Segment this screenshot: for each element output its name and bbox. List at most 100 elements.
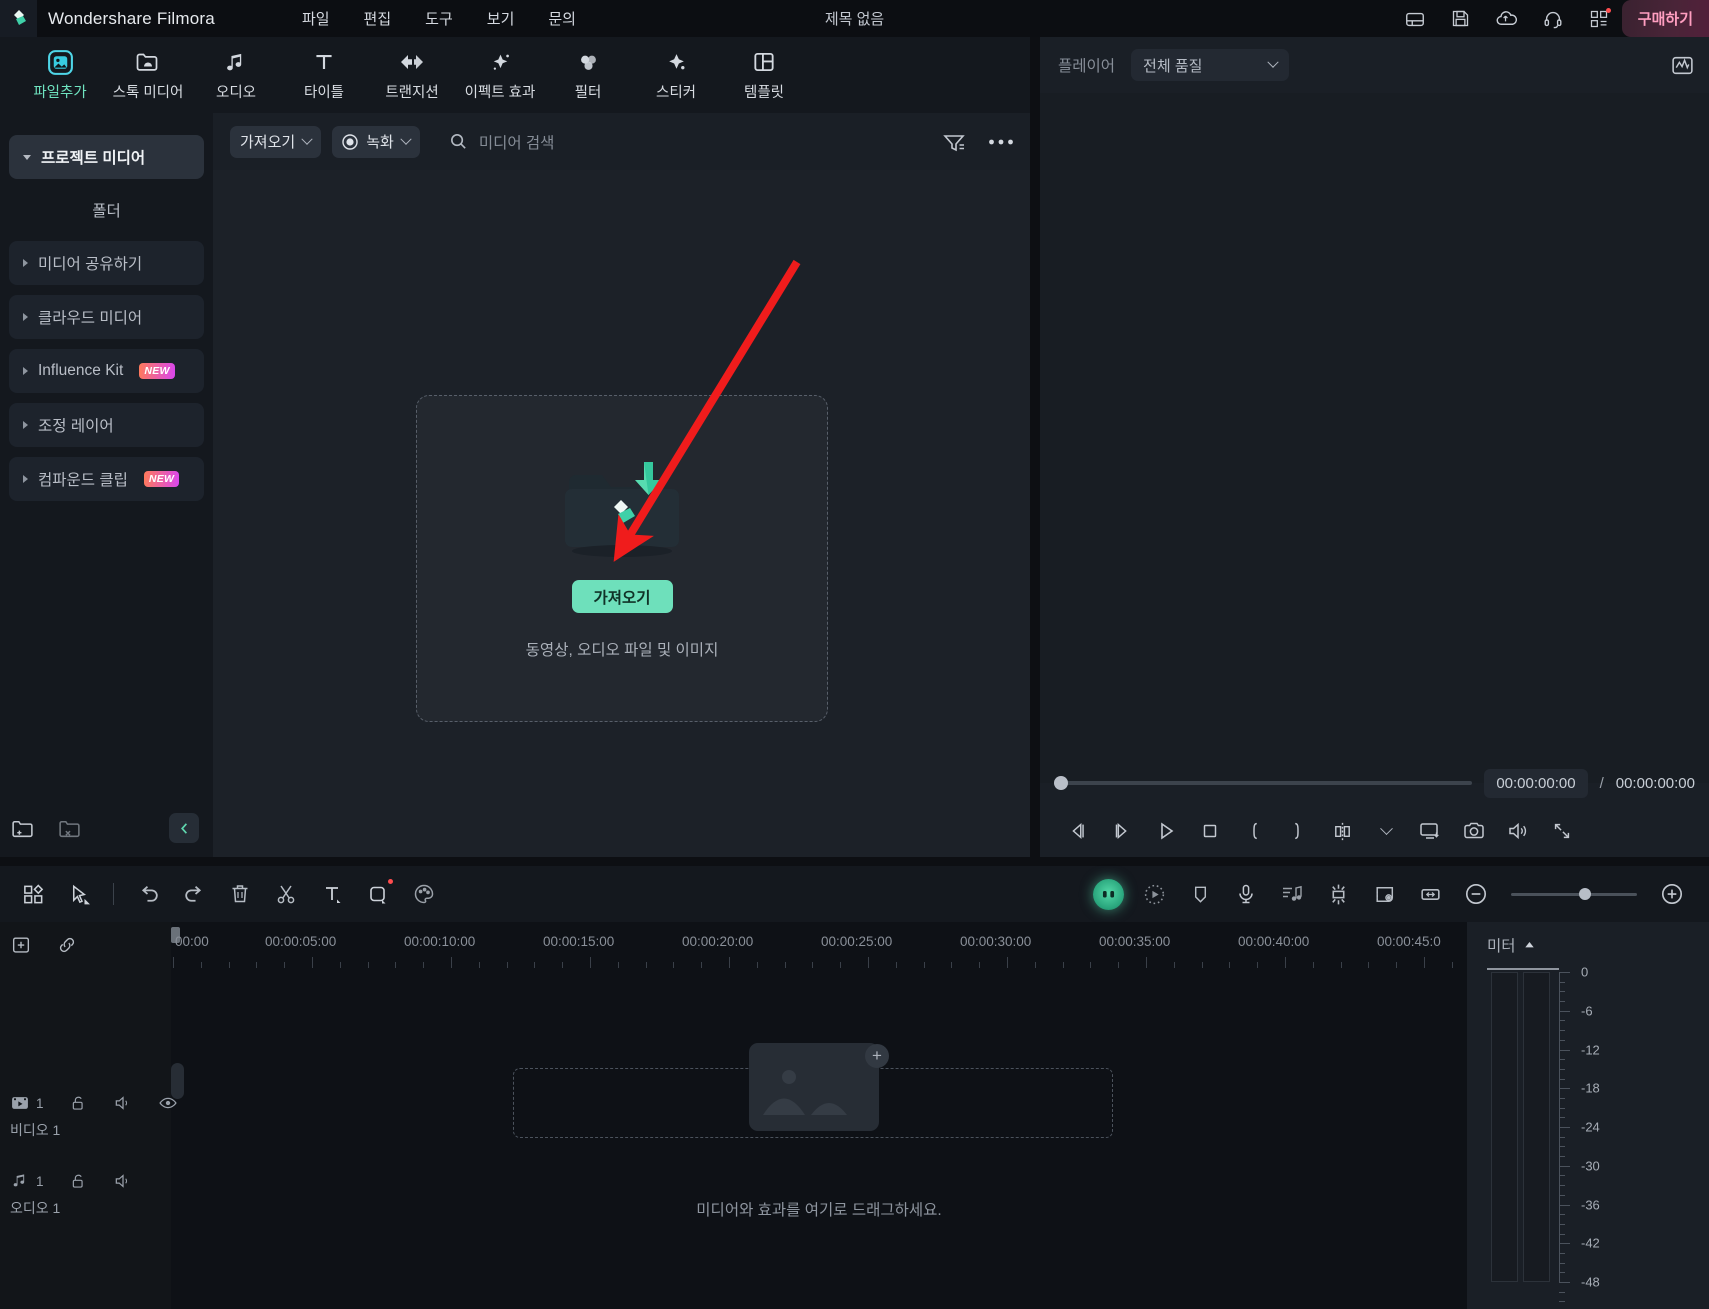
meter-scale-minor-tick [1559,1107,1565,1109]
ribbon-audio[interactable]: 오디오 [192,40,280,110]
sidebar-item-project-media[interactable]: 프로젝트 미디어 [9,135,204,179]
previous-frame-icon[interactable] [1056,809,1100,853]
voiceover-mic-icon[interactable] [1223,871,1269,917]
marker-icon[interactable] [1177,871,1223,917]
track-resize-handle[interactable] [171,1063,184,1099]
layout-icon[interactable] [1392,0,1438,37]
menu-file[interactable]: 파일 [302,8,330,29]
import-dropzone[interactable]: 가져오기 동영상, 오디오 파일 및 이미지 [416,395,828,722]
import-dropdown[interactable]: 가져오기 [230,125,322,158]
add-text-icon[interactable] [309,871,355,917]
track-name: 오디오 1 [10,1200,61,1216]
redo-icon[interactable] [171,871,217,917]
sidebar-item-influence-kit[interactable]: Influence Kit NEW [9,349,204,393]
timeline-zoom-slider[interactable] [1511,888,1637,900]
audio-beat-icon[interactable] [1269,871,1315,917]
fullscreen-icon[interactable] [1540,809,1584,853]
fit-timeline-icon[interactable] [1407,871,1453,917]
effects-sparkle-icon [487,48,514,76]
menu-view[interactable]: 보기 [487,8,515,29]
volume-icon[interactable] [1496,809,1540,853]
zoom-out-icon[interactable] [1453,871,1499,917]
ribbon-label: 스톡 미디어 [112,85,184,101]
mark-out-icon[interactable] [1276,809,1320,853]
collapse-sidebar-icon[interactable] [169,813,199,843]
zoom-in-icon[interactable] [1649,871,1695,917]
cloud-upload-icon[interactable] [1484,0,1530,37]
ribbon-filters[interactable]: 필터 [544,40,632,110]
player-controls: 00:00:00:00 / 00:00:00:00 [1040,761,1709,857]
ribbon-transitions[interactable]: 트랜지션 [368,40,456,110]
ribbon-templates[interactable]: 템플릿 [720,40,808,110]
keyframe-flash-icon[interactable] [1315,871,1361,917]
mute-icon[interactable] [113,1093,133,1113]
ribbon-effects[interactable]: 이펙트 효과 [456,40,544,110]
search-icon [449,132,468,151]
track-number: 1 [36,1173,44,1189]
menu-tools[interactable]: 도구 [425,8,453,29]
track-header-video-1[interactable]: 1 비디오 1 [0,1090,177,1140]
seek-slider[interactable] [1054,776,1473,790]
sidebar-item-adjustment-layer[interactable]: 조정 레이어 [9,403,204,447]
split-dropdown-icon[interactable] [1364,809,1408,853]
layout-grid-icon[interactable] [10,871,56,917]
ribbon-stickers[interactable]: 스티커 [632,40,720,110]
pop-out-player-icon[interactable] [1408,809,1452,853]
collapse-up-icon[interactable] [1524,941,1535,949]
search-input[interactable]: 미디어 검색 [479,131,555,153]
more-options-icon[interactable] [988,138,1014,146]
next-frame-icon[interactable] [1100,809,1144,853]
add-clip-icon[interactable]: + [865,1044,889,1068]
menu-contact[interactable]: 문의 [548,8,576,29]
lock-icon[interactable] [69,1172,88,1191]
mute-icon[interactable] [113,1171,133,1191]
import-button[interactable]: 가져오기 [571,580,673,613]
timeline-ruler[interactable]: 00:00 00:00:05:00 00:00:10:00 00:00:15:0… [171,922,1467,968]
add-track-icon[interactable] [10,934,32,956]
delete-icon[interactable] [217,871,263,917]
select-cursor-icon[interactable] [56,871,102,917]
menu-edit[interactable]: 편집 [364,8,392,29]
record-dropdown[interactable]: 녹화 [332,125,420,158]
cut-scissors-icon[interactable] [263,871,309,917]
ribbon-titles[interactable]: 타이틀 [280,40,368,110]
play-icon[interactable] [1144,809,1188,853]
ribbon-stock-media[interactable]: 스톡 미디어 [104,40,192,110]
track-header-audio-1[interactable]: 1 오디오 1 [0,1168,171,1218]
link-tracks-icon[interactable] [56,934,78,956]
ruler-label: 00:00:20:00 [682,934,754,949]
new-folder-icon[interactable] [10,816,35,841]
mask-icon[interactable] [1361,871,1407,917]
zoom-slider-handle[interactable] [1579,888,1591,900]
grid-apps-icon[interactable] [1576,0,1622,37]
tracks-area[interactable]: + 미디어와 효과를 여기로 드래그하세요. [171,968,1467,1309]
color-palette-icon[interactable] [401,871,447,917]
filter-sort-icon[interactable] [942,131,966,153]
timeline-drag-hint: 미디어와 효과를 여기로 드래그하세요. [696,1202,942,1219]
auto-reframe-icon[interactable] [1131,871,1177,917]
sidebar-item-compound-clip[interactable]: 컴파운드 클립 NEW [9,457,204,501]
stop-icon[interactable] [1188,809,1232,853]
seek-handle[interactable] [1054,776,1068,790]
ruler-label: 00:00:05:00 [265,934,337,949]
lock-icon[interactable] [69,1094,88,1113]
add-shape-icon[interactable] [355,871,401,917]
sidebar-item-share-media[interactable]: 미디어 공유하기 [9,241,204,285]
media-search[interactable]: 미디어 검색 [449,131,555,153]
current-timecode[interactable]: 00:00:00:00 [1484,768,1588,798]
mark-in-icon[interactable] [1232,809,1276,853]
quality-dropdown[interactable]: 전체 품질 [1131,49,1290,81]
save-icon[interactable] [1438,0,1484,37]
ai-copilot-icon[interactable] [1085,871,1131,917]
player-canvas[interactable] [1040,93,1709,783]
ribbon-add-media[interactable]: 파일추가 [16,40,104,110]
purchase-button[interactable]: 구매하기 [1621,0,1709,37]
undo-icon[interactable] [125,871,171,917]
sidebar-item-folder[interactable]: 폴더 [0,189,213,231]
audio-waveform-icon[interactable] [1670,53,1695,78]
split-icon[interactable] [1320,809,1364,853]
sidebar-item-cloud-media[interactable]: 클라우드 미디어 [9,295,204,339]
delete-folder-icon[interactable] [57,816,82,841]
snapshot-icon[interactable] [1452,809,1496,853]
headset-support-icon[interactable] [1530,0,1576,37]
